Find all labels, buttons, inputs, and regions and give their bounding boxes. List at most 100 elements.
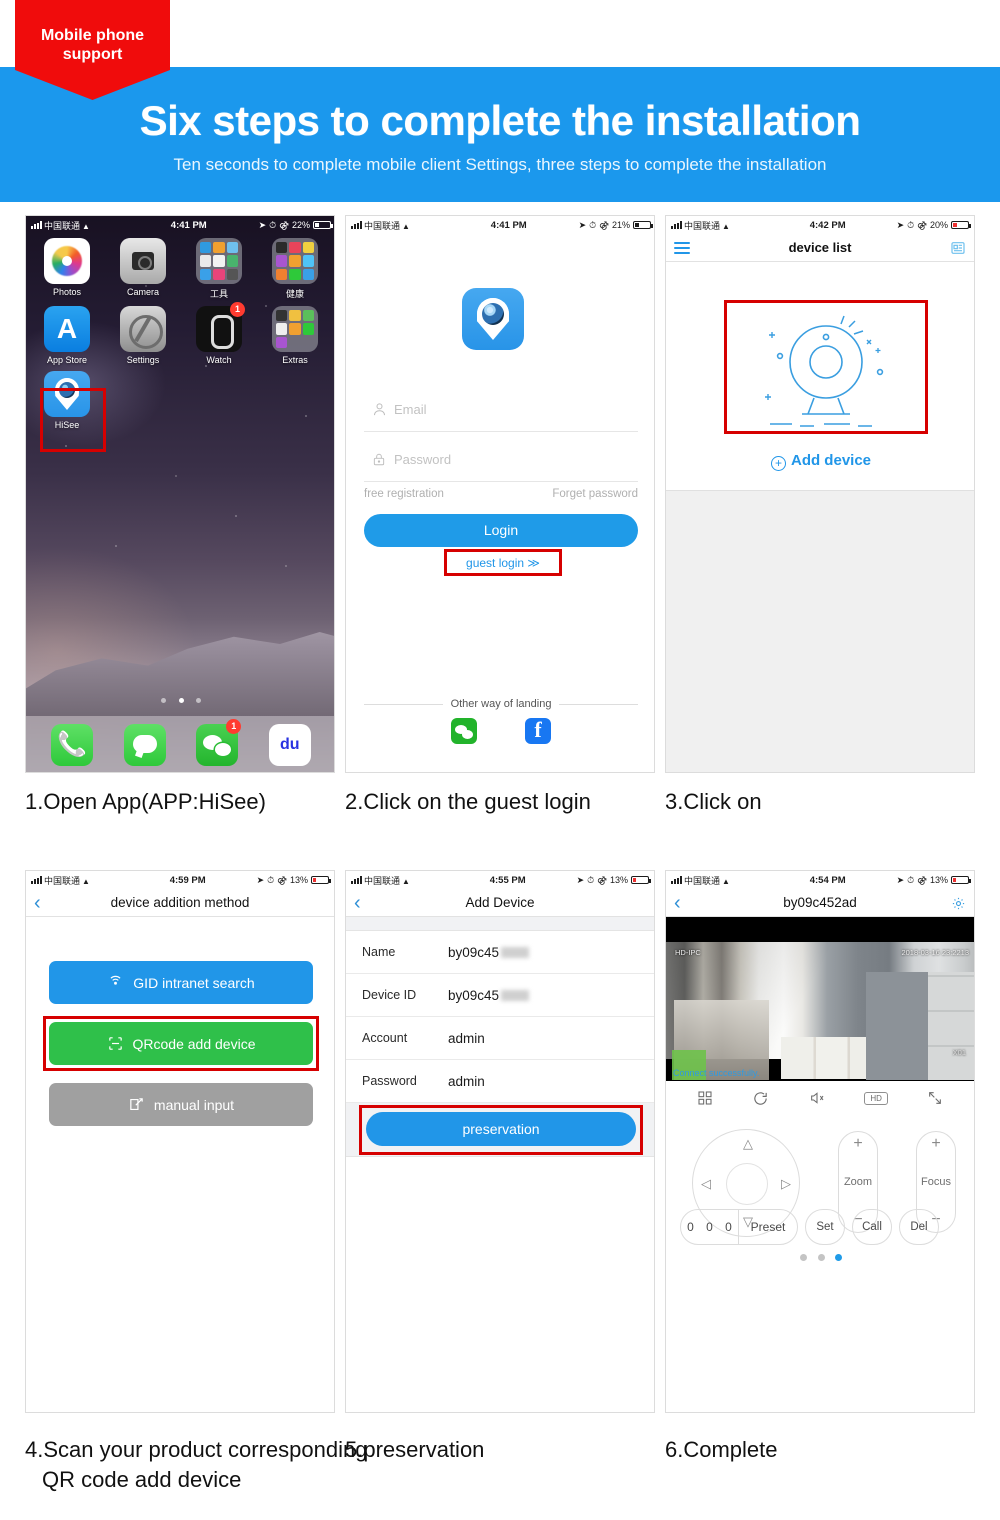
email-field[interactable]: Email xyxy=(364,388,638,432)
live-view-navbar: ‹ by09c452ad xyxy=(666,889,974,917)
dpad-center[interactable] xyxy=(726,1163,768,1205)
location-arrow-icon: ➤ xyxy=(576,874,585,885)
forget-password-link[interactable]: Forget password xyxy=(552,488,638,500)
device-card-icon[interactable] xyxy=(950,234,966,262)
alarm-clock-icon: ⏱ xyxy=(269,219,277,230)
alarm-clock-icon: ⏱ xyxy=(267,874,275,885)
login-button[interactable]: Login xyxy=(364,514,638,547)
video-overlay-label: HD-IPC xyxy=(675,948,701,957)
baidu-icon[interactable] xyxy=(268,724,311,766)
phone-icon[interactable] xyxy=(51,724,94,766)
facebook-icon[interactable] xyxy=(525,718,551,744)
grid-icon[interactable] xyxy=(697,1090,713,1106)
step-6-cell: 中国联通 4:54 PM ➤ ⏱ ⚣ 13% ‹ xyxy=(665,870,975,1462)
live-video-feed[interactable]: HD-IPC 2018-03-16 23:2213 X01 Connect su… xyxy=(666,917,974,1081)
app-folder-health[interactable]: 健康 xyxy=(264,238,326,300)
add-device-button[interactable]: + Add device xyxy=(666,452,974,471)
wifi-signal-icon xyxy=(107,974,124,991)
hamburger-menu-icon[interactable] xyxy=(674,234,690,262)
battery-icon xyxy=(633,221,653,229)
rotate-icon[interactable] xyxy=(752,1090,769,1107)
battery-percent: 20% xyxy=(929,220,948,230)
app-settings[interactable]: Settings xyxy=(112,306,174,365)
status-right: ➤ ⏱ ⚣ 20% xyxy=(866,220,974,231)
signal-bars-icon xyxy=(31,876,42,884)
field-value: admin xyxy=(448,1030,485,1046)
battery-percent: 13% xyxy=(289,875,308,885)
back-chevron-icon[interactable]: ‹ xyxy=(34,889,41,917)
free-registration-link[interactable]: free registration xyxy=(364,488,444,500)
fullscreen-icon[interactable] xyxy=(927,1090,943,1106)
alarm-clock-icon: ⏱ xyxy=(589,219,597,230)
step-2-cell: 中国联通 4:41 PM ➤ ⏱ ⚣ 21% xyxy=(345,215,655,814)
plus-circle-icon: + xyxy=(770,456,786,471)
gear-icon[interactable] xyxy=(951,889,966,917)
wechat-icon[interactable] xyxy=(451,718,477,744)
steps-grid: 中国联通 4:41 PM ➤ ⏱ ⚣ 22% xyxy=(0,215,1000,1492)
del-button[interactable]: Del xyxy=(899,1209,939,1245)
status-right: ➤ ⏱ ⚣ 21% xyxy=(548,219,655,231)
page-dot[interactable] xyxy=(817,1254,825,1261)
app-folder-tools[interactable]: 工具 xyxy=(188,238,250,300)
folder-icon xyxy=(196,238,242,284)
back-chevron-icon[interactable]: ‹ xyxy=(674,889,681,917)
form-row-password[interactable]: Password admin xyxy=(346,1060,654,1103)
highlight-box-hisee xyxy=(40,388,106,452)
alarm-clock-icon: ⏱ xyxy=(907,874,915,885)
preset-digit[interactable]: 0 xyxy=(700,1220,719,1234)
app-label: 工具 xyxy=(209,289,228,299)
location-arrow-icon: ➤ xyxy=(896,874,905,885)
app-app-store[interactable]: App Store xyxy=(36,306,98,365)
chevron-right-icon[interactable]: ▷ xyxy=(781,1176,791,1192)
chevron-left-icon[interactable]: ◁ xyxy=(701,1176,711,1192)
phone-screen-step-4: 中国联通 4:59 PM ➤ ⏱ ⚣ 13% ‹ xyxy=(25,870,335,1413)
gid-intranet-search-button[interactable]: GID intranet search xyxy=(49,961,313,1004)
signal-bars-icon xyxy=(671,876,682,884)
set-button[interactable]: Set xyxy=(805,1209,845,1245)
preset-digit[interactable]: 0 xyxy=(719,1220,738,1234)
page-title: device list xyxy=(788,240,852,255)
form-row-device-id[interactable]: Device ID by09c45 xyxy=(346,974,654,1017)
status-left: 中国联通 xyxy=(666,219,789,232)
focus-in-icon[interactable]: + xyxy=(931,1136,940,1152)
page-dot[interactable] xyxy=(800,1254,808,1261)
status-bar-step-1: 中国联通 4:41 PM ➤ ⏱ ⚣ 22% xyxy=(26,216,334,234)
battery-icon xyxy=(310,876,331,884)
connect-status: Connect successfully. xyxy=(673,1068,760,1078)
app-folder-extras[interactable]: Extras xyxy=(264,306,326,365)
back-chevron-icon[interactable]: ‹ xyxy=(354,889,361,917)
app-empty-2 xyxy=(188,371,250,430)
caption-step-2: 2.Click on the guest login xyxy=(345,789,591,814)
location-arrow-icon: ➤ xyxy=(896,219,905,230)
battery-icon xyxy=(313,221,333,229)
app-camera[interactable]: Camera xyxy=(112,238,174,300)
field-value-wrap: by09c45 xyxy=(448,945,530,960)
mute-icon[interactable] xyxy=(808,1090,826,1106)
zoom-in-icon[interactable]: + xyxy=(853,1136,862,1152)
app-watch[interactable]: 1 Watch xyxy=(188,302,250,365)
status-bar-step-3: 中国联通 4:42 PM ➤ ⏱ ⚣ 20% xyxy=(666,216,974,234)
form-row-name[interactable]: Name by09c45 xyxy=(346,931,654,974)
wifi-icon xyxy=(402,876,411,884)
form-row-account[interactable]: Account admin xyxy=(346,1017,654,1060)
form-top-gap xyxy=(346,917,654,931)
page-title: Add Device xyxy=(465,895,535,910)
password-field[interactable]: Password xyxy=(364,438,638,482)
status-right: ➤ ⏱ ⚣ 13% xyxy=(546,875,654,886)
manual-input-button[interactable]: manual input xyxy=(49,1083,313,1126)
add-device-form: Name by09c45 Device ID by09c45 Account a… xyxy=(346,917,654,1412)
call-button[interactable]: Call xyxy=(852,1209,892,1245)
status-bar-step-2: 中国联通 4:41 PM ➤ ⏱ ⚣ 21% xyxy=(346,216,655,234)
status-time: 4:42 PM xyxy=(809,219,846,231)
messages-icon[interactable] xyxy=(123,724,166,766)
page-dot-active[interactable] xyxy=(834,1254,842,1261)
app-photos[interactable]: Photos xyxy=(36,238,98,300)
chevron-up-icon[interactable]: △ xyxy=(743,1136,753,1152)
status-left: 中国联通 xyxy=(346,219,470,232)
page-dot xyxy=(161,698,167,703)
carrier-label: 中国联通 xyxy=(684,220,721,231)
preset-digit[interactable]: 0 xyxy=(681,1220,700,1234)
battery-percent: 22% xyxy=(291,220,310,230)
hd-badge[interactable]: HD xyxy=(864,1091,888,1105)
preset-number-box[interactable]: 0 0 0 Preset xyxy=(680,1209,798,1245)
